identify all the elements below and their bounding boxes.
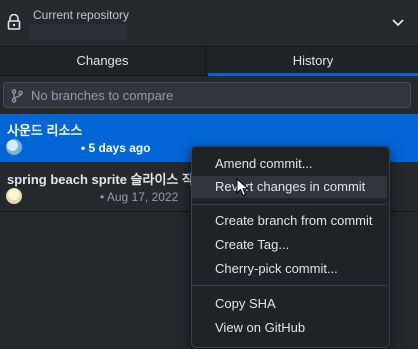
menu-item-copy-sha[interactable]: Copy SHA bbox=[192, 293, 387, 315]
tab-bar: Changes History bbox=[0, 47, 418, 76]
author-avatar bbox=[6, 188, 22, 204]
menu-item-create-branch[interactable]: Create branch from commit bbox=[192, 210, 387, 232]
commit-title: spring beach sprite 슬라이스 작업 bbox=[7, 172, 206, 187]
git-branch-icon bbox=[11, 89, 23, 103]
commit-title: 사운드 리소스 bbox=[7, 123, 83, 138]
repository-name bbox=[29, 24, 127, 40]
commit-date: • 5 days ago bbox=[81, 141, 151, 155]
menu-item-create-tag[interactable]: Create Tag... bbox=[192, 234, 387, 256]
lock-icon bbox=[7, 14, 21, 30]
tab-changes[interactable]: Changes bbox=[0, 47, 206, 75]
branch-compare-placeholder: No branches to compare bbox=[31, 88, 174, 103]
mouse-cursor-icon bbox=[236, 178, 249, 197]
list-divider bbox=[389, 211, 418, 212]
menu-item-amend-commit[interactable]: Amend commit... bbox=[192, 153, 387, 175]
branch-compare-input[interactable]: No branches to compare bbox=[3, 82, 411, 108]
commit-date: • Aug 17, 2022 bbox=[100, 190, 179, 204]
menu-item-cherry-pick[interactable]: Cherry-pick commit... bbox=[192, 258, 387, 280]
commit-context-menu: Amend commit... Revert changes in commit… bbox=[191, 146, 390, 348]
menu-item-revert-changes[interactable]: Revert changes in commit bbox=[192, 176, 387, 198]
repository-selector[interactable]: Current repository bbox=[0, 0, 418, 47]
chevron-down-icon[interactable] bbox=[392, 19, 404, 27]
author-avatar bbox=[6, 139, 22, 155]
menu-separator bbox=[192, 204, 387, 205]
tab-history[interactable]: History bbox=[208, 47, 418, 76]
menu-separator bbox=[192, 285, 387, 286]
menu-item-view-on-github[interactable]: View on GitHub bbox=[192, 317, 387, 339]
repository-caption: Current repository bbox=[33, 8, 130, 22]
list-divider bbox=[0, 211, 190, 212]
